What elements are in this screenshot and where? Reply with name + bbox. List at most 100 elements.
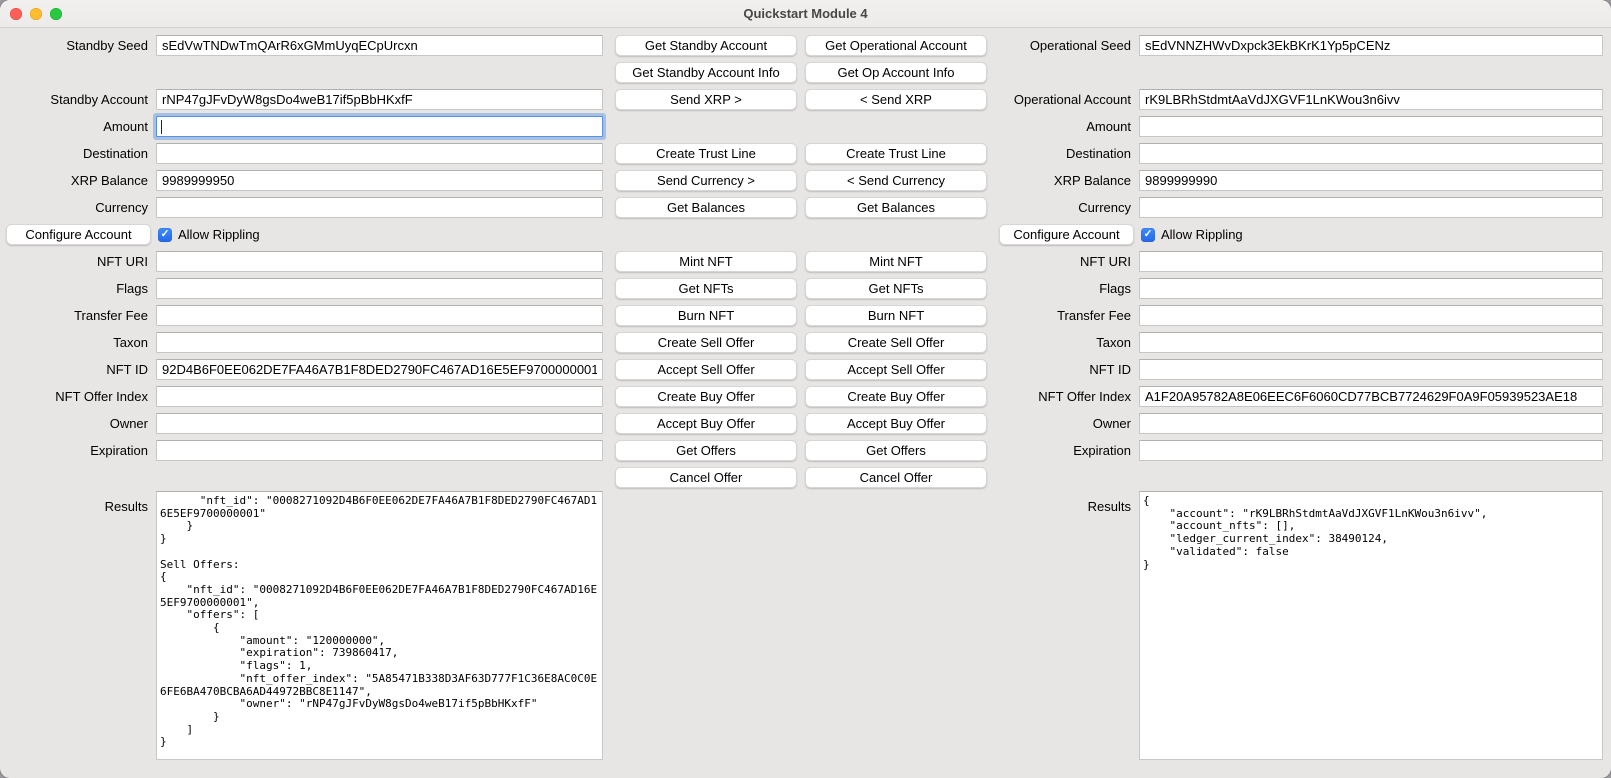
check-icon: ✓ — [161, 229, 170, 240]
operational-nft-uri-input[interactable] — [1139, 251, 1603, 272]
standby-xrp-balance-input[interactable] — [156, 170, 603, 191]
standby-get-nfts-button[interactable]: Get NFTs — [615, 278, 797, 299]
standby-flags-label: Flags — [6, 281, 156, 296]
standby-create-sell-offer-button[interactable]: Create Sell Offer — [615, 332, 797, 353]
standby-create-buy-offer-button[interactable]: Create Buy Offer — [615, 386, 797, 407]
operational-create-buy-offer-button[interactable]: Create Buy Offer — [805, 386, 987, 407]
operational-destination-input[interactable] — [1139, 143, 1603, 164]
main-content: Standby Seed Get Standby Account Get Ope… — [0, 28, 1611, 778]
standby-nft-offer-index-input[interactable] — [156, 386, 603, 407]
standby-transfer-fee-label: Transfer Fee — [6, 308, 156, 323]
operational-allow-rippling-label: Allow Rippling — [1161, 227, 1243, 242]
operational-flags-input[interactable] — [1139, 278, 1603, 299]
check-icon: ✓ — [1144, 229, 1153, 240]
operational-get-nfts-button[interactable]: Get NFTs — [805, 278, 987, 299]
operational-accept-sell-offer-button[interactable]: Accept Sell Offer — [805, 359, 987, 380]
operational-seed-label: Operational Seed — [999, 38, 1139, 53]
standby-nft-id-input[interactable] — [156, 359, 603, 380]
standby-currency-input[interactable] — [156, 197, 603, 218]
minimize-icon[interactable] — [30, 8, 42, 20]
operational-nft-offer-index-input[interactable] — [1139, 386, 1603, 407]
operational-expiration-input[interactable] — [1139, 440, 1603, 461]
operational-expiration-label: Expiration — [999, 443, 1139, 458]
operational-currency-label: Currency — [999, 200, 1139, 215]
operational-get-offers-button[interactable]: Get Offers — [805, 440, 987, 461]
standby-nft-uri-label: NFT URI — [6, 254, 156, 269]
standby-owner-label: Owner — [6, 416, 156, 431]
operational-destination-label: Destination — [999, 146, 1139, 161]
operational-nft-id-input[interactable] — [1139, 359, 1603, 380]
standby-taxon-input[interactable] — [156, 332, 603, 353]
operational-allow-rippling-checkbox[interactable]: ✓ — [1141, 228, 1155, 242]
operational-allow-rippling: ✓ Allow Rippling — [1139, 227, 1603, 242]
standby-accept-buy-offer-button[interactable]: Accept Buy Offer — [615, 413, 797, 434]
standby-account-input[interactable] — [156, 89, 603, 110]
window-title: Quickstart Module 4 — [743, 6, 867, 21]
send-xrp-right-button[interactable]: Send XRP > — [615, 89, 797, 110]
operational-create-sell-offer-button[interactable]: Create Sell Offer — [805, 332, 987, 353]
standby-results-label: Results — [6, 491, 156, 514]
operational-nft-offer-index-label: NFT Offer Index — [999, 389, 1139, 404]
operational-taxon-label: Taxon — [999, 335, 1139, 350]
operational-transfer-fee-label: Transfer Fee — [999, 308, 1139, 323]
operational-owner-label: Owner — [999, 416, 1139, 431]
standby-get-balances-button[interactable]: Get Balances — [615, 197, 797, 218]
standby-taxon-label: Taxon — [6, 335, 156, 350]
standby-create-trust-line-button[interactable]: Create Trust Line — [615, 143, 797, 164]
standby-amount-input[interactable] — [156, 116, 603, 137]
standby-burn-nft-button[interactable]: Burn NFT — [615, 305, 797, 326]
operational-create-trust-line-button[interactable]: Create Trust Line — [805, 143, 987, 164]
standby-seed-label: Standby Seed — [6, 38, 156, 53]
standby-flags-input[interactable] — [156, 278, 603, 299]
operational-nft-id-label: NFT ID — [999, 362, 1139, 377]
standby-nft-uri-input[interactable] — [156, 251, 603, 272]
operational-seed-input[interactable] — [1139, 35, 1603, 56]
standby-account-label: Standby Account — [6, 92, 156, 107]
operational-account-input[interactable] — [1139, 89, 1603, 110]
operational-owner-input[interactable] — [1139, 413, 1603, 434]
get-standby-account-info-button[interactable]: Get Standby Account Info — [615, 62, 797, 83]
standby-allow-rippling-checkbox[interactable]: ✓ — [158, 228, 172, 242]
operational-get-balances-button[interactable]: Get Balances — [805, 197, 987, 218]
operational-xrp-balance-label: XRP Balance — [999, 173, 1139, 188]
standby-get-offers-button[interactable]: Get Offers — [615, 440, 797, 461]
operational-configure-account-button[interactable]: Configure Account — [999, 224, 1134, 245]
standby-destination-input[interactable] — [156, 143, 603, 164]
traffic-lights — [10, 0, 62, 28]
get-standby-account-button[interactable]: Get Standby Account — [615, 35, 797, 56]
get-operational-account-button[interactable]: Get Operational Account — [805, 35, 987, 56]
operational-cancel-offer-button[interactable]: Cancel Offer — [805, 467, 987, 488]
standby-cancel-offer-button[interactable]: Cancel Offer — [615, 467, 797, 488]
standby-nft-id-label: NFT ID — [6, 362, 156, 377]
standby-configure-account-button[interactable]: Configure Account — [6, 224, 151, 245]
standby-accept-sell-offer-button[interactable]: Accept Sell Offer — [615, 359, 797, 380]
operational-taxon-input[interactable] — [1139, 332, 1603, 353]
standby-owner-input[interactable] — [156, 413, 603, 434]
operational-xrp-balance-input[interactable] — [1139, 170, 1603, 191]
standby-mint-nft-button[interactable]: Mint NFT — [615, 251, 797, 272]
standby-allow-rippling: ✓ Allow Rippling — [156, 227, 603, 242]
standby-xrp-balance-label: XRP Balance — [6, 173, 156, 188]
operational-burn-nft-button[interactable]: Burn NFT — [805, 305, 987, 326]
operational-results-text[interactable]: { "account": "rK9LBRhStdmtAaVdJXGVF1LnKW… — [1139, 491, 1603, 760]
close-icon[interactable] — [10, 8, 22, 20]
standby-results-text[interactable]: "nft_id": "0008271092D4B6F0EE062DE7FA46A… — [156, 491, 603, 760]
operational-amount-label: Amount — [999, 119, 1139, 134]
send-currency-right-button[interactable]: Send Currency > — [615, 170, 797, 191]
operational-accept-buy-offer-button[interactable]: Accept Buy Offer — [805, 413, 987, 434]
operational-account-label: Operational Account — [999, 92, 1139, 107]
standby-expiration-label: Expiration — [6, 443, 156, 458]
operational-mint-nft-button[interactable]: Mint NFT — [805, 251, 987, 272]
standby-amount-label: Amount — [6, 119, 156, 134]
operational-currency-input[interactable] — [1139, 197, 1603, 218]
send-xrp-left-button[interactable]: < Send XRP — [805, 89, 987, 110]
operational-transfer-fee-input[interactable] — [1139, 305, 1603, 326]
zoom-icon[interactable] — [50, 8, 62, 20]
standby-transfer-fee-input[interactable] — [156, 305, 603, 326]
standby-expiration-input[interactable] — [156, 440, 603, 461]
operational-flags-label: Flags — [999, 281, 1139, 296]
operational-amount-input[interactable] — [1139, 116, 1603, 137]
send-currency-left-button[interactable]: < Send Currency — [805, 170, 987, 191]
standby-seed-input[interactable] — [156, 35, 603, 56]
get-op-account-info-button[interactable]: Get Op Account Info — [805, 62, 987, 83]
